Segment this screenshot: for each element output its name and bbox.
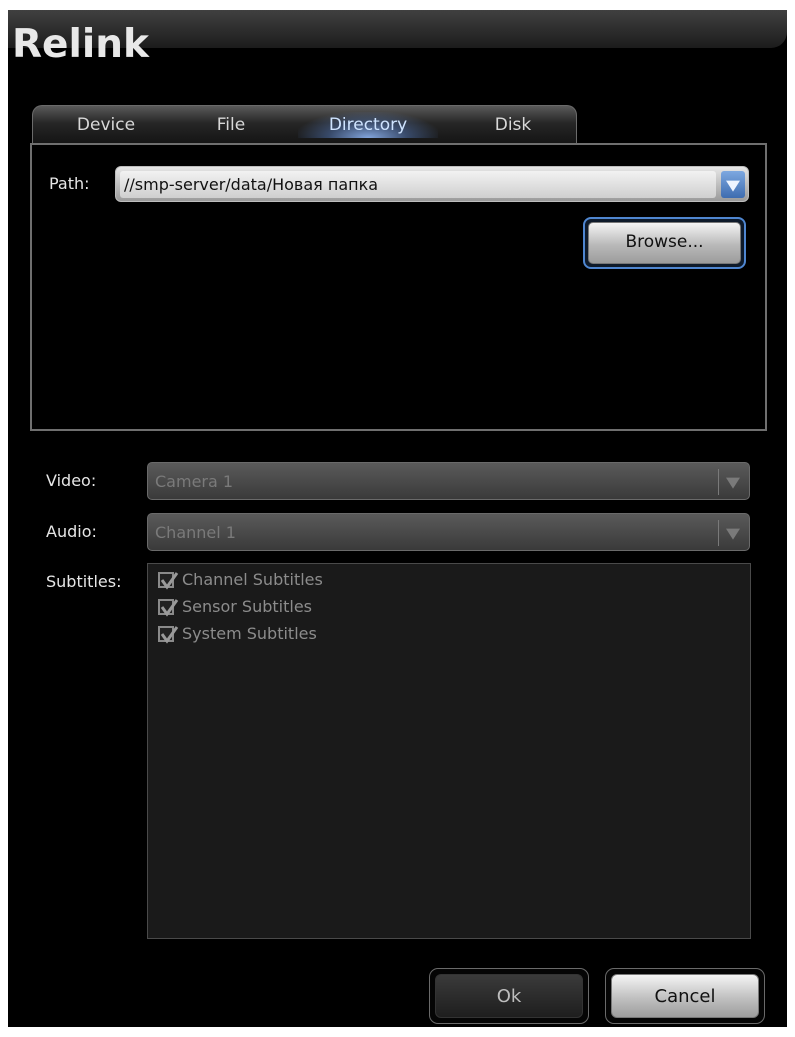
chevron-down-icon [726, 180, 740, 192]
path-input[interactable]: //smp-server/data/Новая папка [120, 171, 716, 198]
checkbox-label: Sensor Subtitles [182, 597, 312, 616]
video-select-value: Camera 1 [155, 472, 234, 491]
subtitles-label: Subtitles: [46, 572, 122, 591]
browse-button[interactable]: Browse... [583, 217, 746, 269]
cancel-button[interactable]: Cancel [605, 968, 765, 1024]
video-select[interactable]: Camera 1 [147, 462, 750, 500]
ok-button-label: Ok [435, 974, 583, 1018]
path-label: Path: [49, 174, 90, 193]
divider [718, 469, 719, 495]
tab-directory[interactable]: Directory [298, 112, 438, 138]
tab-file[interactable]: File [191, 112, 271, 138]
video-label: Video: [46, 471, 97, 490]
checkbox-sensor-subtitles[interactable] [158, 599, 179, 617]
cancel-button-label: Cancel [611, 974, 759, 1018]
checkmark-icon [160, 626, 179, 644]
dialog-title: Relink [12, 22, 149, 67]
chevron-down-icon [726, 477, 740, 489]
checkbox-system-subtitles[interactable] [158, 626, 179, 644]
divider [718, 520, 719, 546]
chevron-down-icon [726, 528, 740, 540]
checkbox-label: System Subtitles [182, 624, 317, 643]
video-dropdown-button[interactable] [720, 469, 746, 495]
audio-label: Audio: [46, 522, 97, 541]
path-combobox[interactable]: //smp-server/data/Новая папка [115, 166, 749, 202]
audio-dropdown-button[interactable] [720, 520, 746, 546]
tab-device[interactable]: Device [51, 112, 161, 138]
checkbox-channel-subtitles[interactable] [158, 572, 179, 590]
path-dropdown-button[interactable] [721, 171, 745, 198]
browse-button-label: Browse... [588, 222, 741, 264]
tab-bar: Device File Directory Disk [32, 105, 577, 144]
audio-select[interactable]: Channel 1 [147, 513, 750, 551]
checkmark-icon [160, 599, 179, 617]
tab-disk[interactable]: Disk [468, 112, 558, 138]
ok-button[interactable]: Ok [429, 968, 589, 1024]
relink-dialog: Relink Device File Directory Disk Path: … [8, 10, 787, 1027]
subtitles-list: Channel Subtitles Sensor Subtitles Syste… [147, 563, 751, 939]
checkmark-icon [160, 572, 179, 590]
checkbox-label: Channel Subtitles [182, 570, 323, 589]
audio-select-value: Channel 1 [155, 523, 236, 542]
